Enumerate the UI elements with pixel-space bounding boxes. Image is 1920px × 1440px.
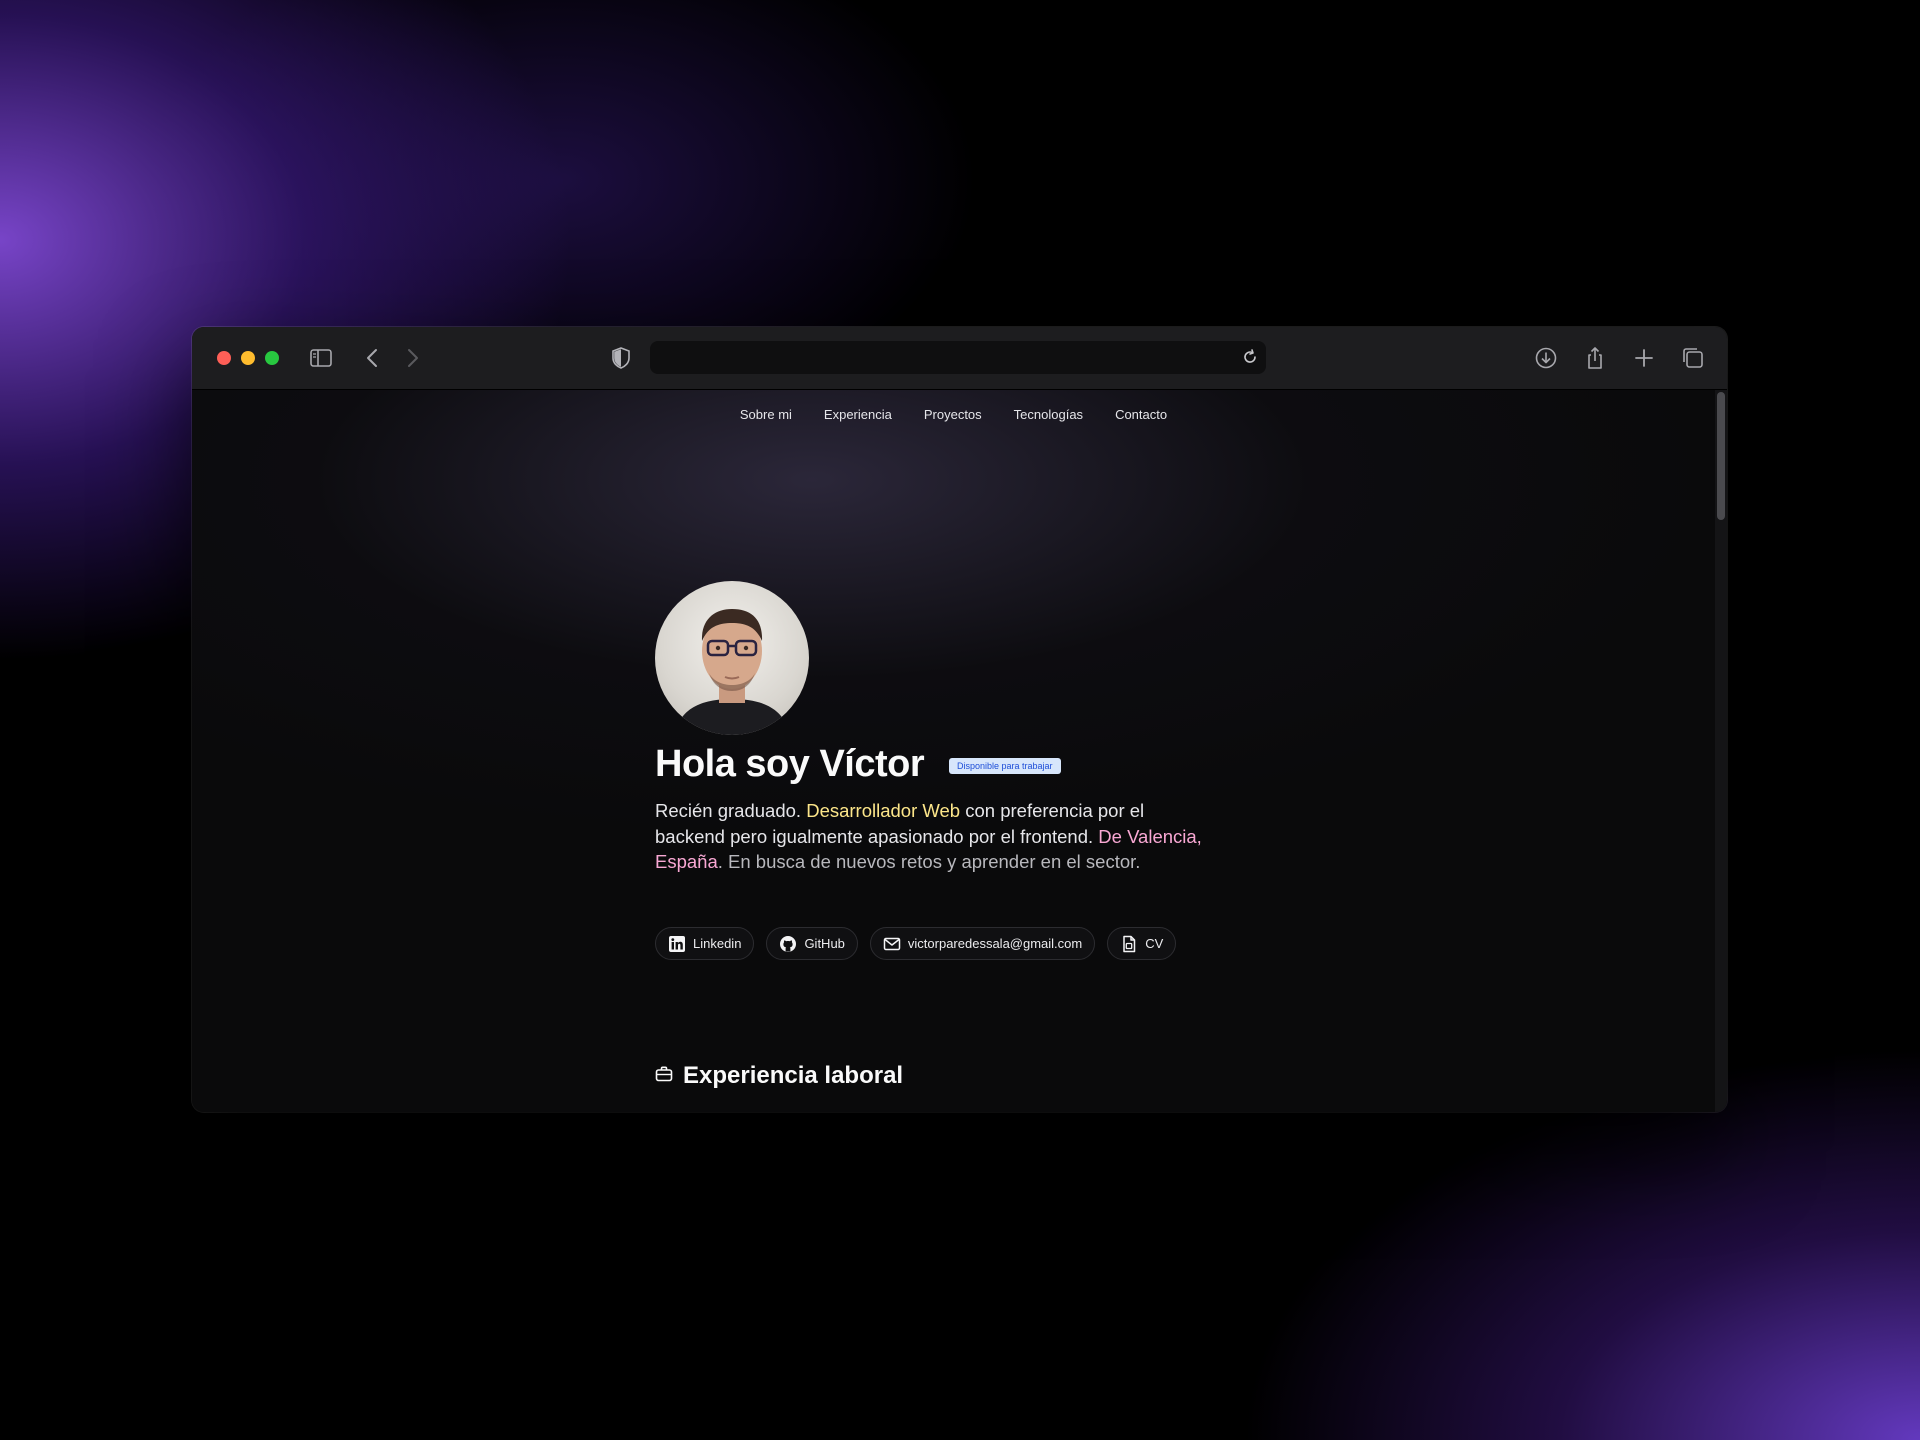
reload-icon[interactable] xyxy=(1240,347,1260,367)
address-bar[interactable] xyxy=(650,341,1266,374)
browser-toolbar xyxy=(192,327,1727,390)
back-icon[interactable] xyxy=(360,345,386,371)
zoom-window-button[interactable] xyxy=(265,351,279,365)
experience-section-title: Experiencia laboral xyxy=(655,1062,903,1090)
experience-title-text: Experiencia laboral xyxy=(683,1062,904,1089)
linkedin-button[interactable]: Linkedin xyxy=(655,927,755,960)
shield-icon[interactable] xyxy=(608,345,634,371)
cv-label: CV xyxy=(1145,936,1164,951)
hero-text-part: . En busca de nuevos retos y aprender en… xyxy=(717,851,1141,873)
minimize-window-button[interactable] xyxy=(241,351,255,365)
scrollbar[interactable] xyxy=(1715,390,1727,1112)
linkedin-icon xyxy=(668,935,686,953)
site-nav: Sobre mi Experiencia Proyectos Tecnologí… xyxy=(192,400,1715,430)
sidebar-icon[interactable] xyxy=(308,345,334,371)
hero-title: Hola soy Víctor xyxy=(655,743,925,785)
avatar xyxy=(655,581,809,735)
download-icon[interactable] xyxy=(1533,345,1559,371)
github-button[interactable]: GitHub xyxy=(766,927,858,960)
tabs-icon[interactable] xyxy=(1680,345,1706,371)
nav-item-experiencia[interactable]: Experiencia xyxy=(824,400,892,430)
email-label: victorparedessala@gmail.com xyxy=(907,936,1083,951)
nav-item-contacto[interactable]: Contacto xyxy=(1115,400,1167,430)
share-icon[interactable] xyxy=(1582,345,1608,371)
mail-icon xyxy=(883,935,901,953)
document-icon xyxy=(1120,935,1138,953)
cv-button[interactable]: CV xyxy=(1107,927,1177,960)
highlight-role: Desarrollador Web xyxy=(806,800,961,821)
email-button[interactable]: victorparedessala@gmail.com xyxy=(869,927,1096,960)
hero-text-part: Recién graduado. xyxy=(655,800,807,821)
briefcase-icon xyxy=(655,1062,673,1090)
forward-icon[interactable] xyxy=(399,345,425,371)
social-links: Linkedin GitHub victorparedessala@gmail.… xyxy=(655,927,1177,960)
nav-item-sobre-mi[interactable]: Sobre mi xyxy=(740,400,792,430)
scrollbar-thumb[interactable] xyxy=(1717,392,1725,520)
availability-badge: Disponible para trabajar xyxy=(949,758,1061,774)
nav-item-proyectos[interactable]: Proyectos xyxy=(924,400,982,430)
nav-item-tecnologias[interactable]: Tecnologías xyxy=(1014,400,1083,430)
browser-window: Sobre mi Experiencia Proyectos Tecnologí… xyxy=(192,327,1727,1112)
linkedin-label: Linkedin xyxy=(693,936,742,951)
hero-description: Recién graduado. Desarrollador Web con p… xyxy=(655,798,1215,875)
github-icon xyxy=(779,935,797,953)
page-viewport: Sobre mi Experiencia Proyectos Tecnologí… xyxy=(192,390,1727,1112)
plus-icon[interactable] xyxy=(1631,345,1657,371)
github-label: GitHub xyxy=(804,936,845,951)
close-window-button[interactable] xyxy=(217,351,231,365)
